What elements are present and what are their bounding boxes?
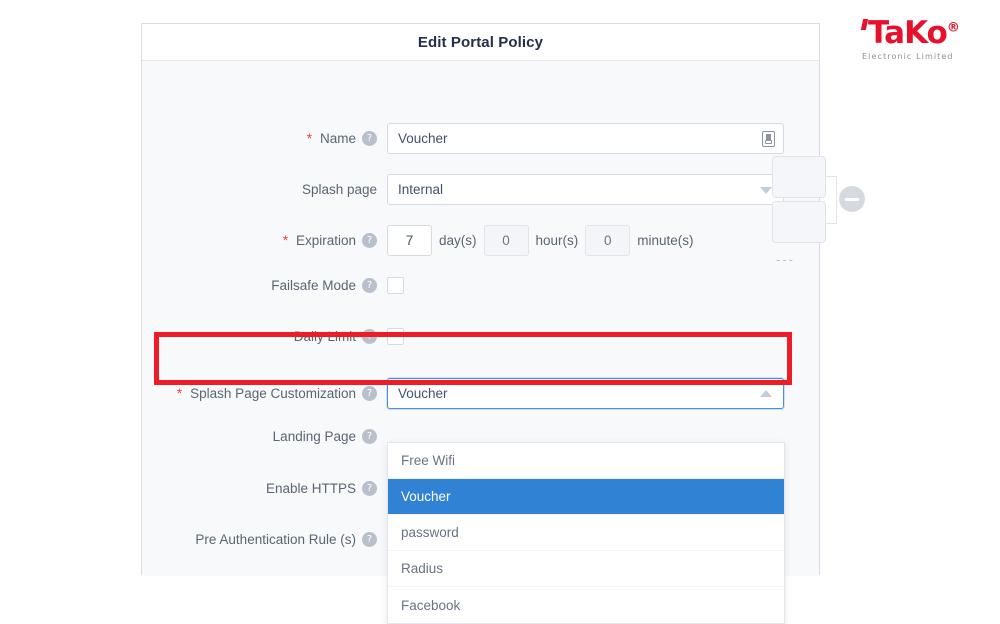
- expiration-days-input[interactable]: [387, 225, 432, 256]
- label-cell-pre-authentication-rule: Pre Authentication Rule (s) ?: [142, 532, 387, 547]
- dropdown-option[interactable]: Facebook: [388, 587, 784, 623]
- pre-auth-rule-field-1[interactable]: [772, 156, 826, 198]
- label-cell-expiration: * Expiration ?: [142, 233, 387, 248]
- field-cell-expiration: day(s) hour(s) minute(s): [387, 225, 694, 256]
- dropdown-option-label: password: [401, 525, 459, 540]
- help-icon-enable-https[interactable]: ?: [362, 481, 377, 496]
- splash-page-customization-dropdown: Free Wifi Voucher password Radius Facebo…: [387, 442, 785, 624]
- dropdown-option-label: Voucher: [401, 489, 451, 504]
- pre-authentication-rule-widget: ---: [772, 156, 865, 267]
- help-icon-landing-page[interactable]: ?: [362, 429, 377, 444]
- label-cell-daily-limit: Daily Limit ?: [142, 329, 387, 344]
- label-cell-failsafe-mode: Failsafe Mode ?: [142, 278, 387, 293]
- required-asterisk-name: *: [306, 131, 312, 146]
- help-icon-failsafe-mode[interactable]: ?: [362, 278, 377, 293]
- tako-logo: TaKo® Electronic Limited: [860, 15, 980, 61]
- dropdown-option-label: Radius: [401, 561, 444, 576]
- dropdown-option[interactable]: password: [388, 515, 784, 551]
- splash-page-select-value: Internal: [398, 182, 444, 197]
- name-input-wrap: [387, 123, 784, 154]
- brand-wordmark: TaKo®: [860, 15, 980, 51]
- form-row-name: * Name ?: [142, 123, 819, 154]
- field-cell-name: [387, 123, 784, 154]
- help-icon-pre-authentication-rule[interactable]: ?: [362, 532, 377, 547]
- panel-header: Edit Portal Policy: [142, 24, 819, 61]
- panel-body: * Name ? Splash page Internal: [142, 61, 865, 624]
- brand-subtitle: Electronic Limited: [862, 52, 954, 61]
- form-row-daily-limit: Daily Limit ?: [142, 328, 819, 345]
- label-pre-authentication-rule: Pre Authentication Rule (s): [195, 532, 356, 547]
- label-splash-page-customization: Splash Page Customization: [190, 386, 356, 401]
- label-splash-page: Splash page: [301, 182, 377, 197]
- chevron-up-icon: [760, 389, 772, 397]
- expiration-minutes-input[interactable]: [585, 225, 631, 256]
- label-name: Name: [319, 131, 356, 146]
- expiration-days-unit: day(s): [439, 233, 477, 248]
- expiration-hours-unit: hour(s): [535, 233, 579, 248]
- label-enable-https: Enable HTTPS: [265, 481, 356, 496]
- label-cell-landing-page: Landing Page ?: [142, 429, 387, 444]
- rule-more-indicator: ---: [776, 252, 795, 267]
- registered-trademark-icon: ®: [946, 20, 960, 36]
- daily-limit-checkbox[interactable]: [387, 328, 404, 345]
- splash-page-select[interactable]: Internal: [387, 174, 784, 205]
- field-cell-splash-page-customization: Voucher: [387, 378, 784, 409]
- help-icon-daily-limit[interactable]: ?: [362, 329, 377, 344]
- label-cell-enable-https: Enable HTTPS ?: [142, 481, 387, 496]
- dropdown-option[interactable]: Radius: [388, 551, 784, 587]
- edit-portal-policy-panel: Edit Portal Policy * Name ? Splash page: [141, 23, 865, 624]
- form-row-splash-page: Splash page Internal: [142, 174, 819, 205]
- help-icon-name[interactable]: ?: [362, 131, 377, 146]
- minus-circle-icon[interactable]: [839, 186, 865, 212]
- name-input[interactable]: [387, 123, 784, 154]
- expiration-minutes-unit: minute(s): [637, 233, 694, 248]
- expiration-hours-input[interactable]: [483, 225, 529, 256]
- help-icon-splash-page-customization[interactable]: ?: [362, 386, 377, 401]
- splash-page-customization-select-value: Voucher: [398, 386, 448, 401]
- document-badge-icon: [762, 130, 775, 147]
- form-row-expiration: * Expiration ? day(s) hour(s) minute(s): [142, 225, 819, 256]
- form-row-failsafe-mode: Failsafe Mode ?: [142, 277, 819, 294]
- dropdown-option-selected[interactable]: Voucher: [388, 479, 784, 515]
- required-asterisk-splash-page-customization: *: [176, 386, 183, 401]
- label-cell-splash-page: Splash page: [142, 182, 387, 197]
- chevron-down-icon: [760, 186, 772, 194]
- field-cell-failsafe-mode: [387, 277, 404, 294]
- label-cell-splash-page-customization: * Splash Page Customization ?: [142, 386, 387, 401]
- label-landing-page: Landing Page: [272, 429, 356, 444]
- label-cell-name: * Name ?: [142, 131, 387, 146]
- help-icon-expiration[interactable]: ?: [362, 233, 377, 248]
- field-cell-splash-page: Internal: [387, 174, 784, 205]
- failsafe-mode-checkbox[interactable]: [387, 277, 404, 294]
- label-daily-limit: Daily Limit: [293, 329, 356, 344]
- rule-group-bracket: [826, 176, 837, 224]
- splash-page-customization-select[interactable]: Voucher: [387, 378, 784, 409]
- label-expiration: Expiration: [295, 233, 356, 248]
- form-row-splash-page-customization: * Splash Page Customization ? Voucher: [142, 378, 819, 409]
- field-cell-daily-limit: [387, 328, 404, 345]
- pre-auth-rule-field-2[interactable]: [772, 201, 826, 243]
- required-asterisk-expiration: *: [282, 233, 288, 248]
- dropdown-option[interactable]: Free Wifi: [388, 443, 784, 479]
- brand-wordmark-text: TaKo: [868, 15, 948, 51]
- dropdown-option-label: Free Wifi: [401, 453, 455, 468]
- label-failsafe-mode: Failsafe Mode: [271, 278, 356, 293]
- page-title: Edit Portal Policy: [417, 33, 544, 51]
